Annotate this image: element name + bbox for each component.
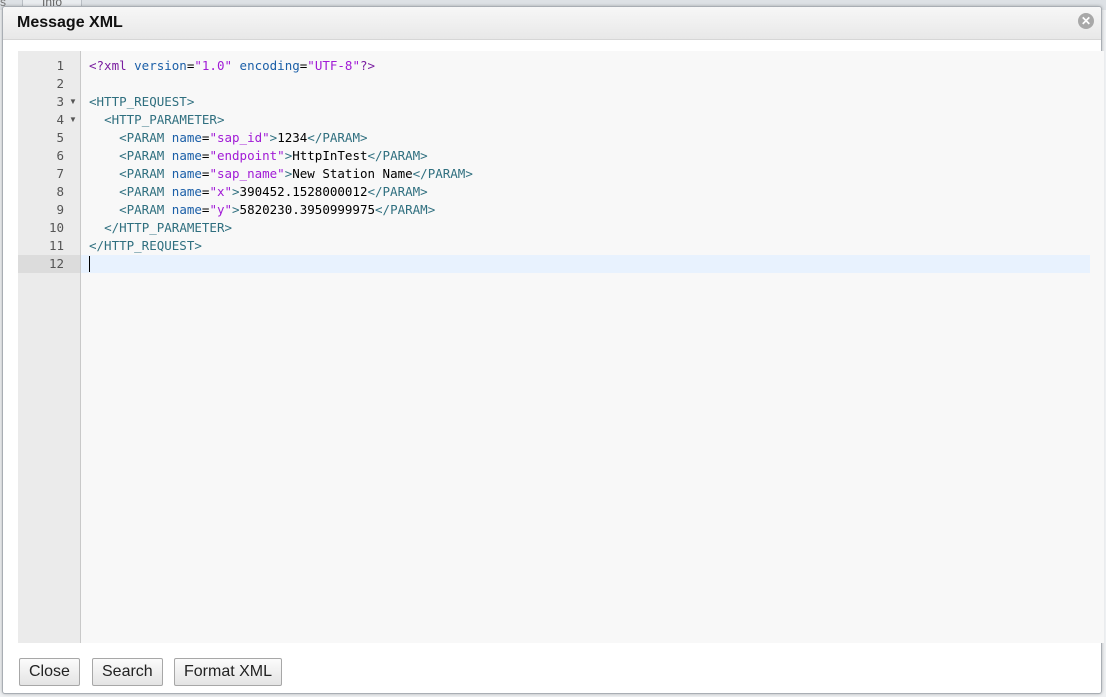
message-xml-dialog: Message XML ✕ 1 2 3 ▼ 4 ▼ 5 6 7 8 9 10 11 12 <?xml ve…	[2, 6, 1104, 694]
code-token: encoding	[239, 58, 300, 73]
code-line[interactable]: <HTTP_REQUEST>	[81, 93, 1104, 111]
line-number: 7	[56, 166, 64, 181]
code-line[interactable]: </HTTP_REQUEST>	[81, 237, 1104, 255]
code-token: </HTTP_REQUEST>	[89, 238, 202, 253]
code-token: name	[171, 184, 202, 199]
code-line-text: </HTTP_PARAMETER>	[89, 219, 232, 237]
code-token: ?>	[359, 58, 376, 73]
code-token: <PARAM	[119, 148, 172, 163]
code-area[interactable]: <?xml version="1.0" encoding="UTF-8"?> <H…	[81, 51, 1104, 643]
code-token: <PARAM	[119, 184, 172, 199]
code-line-text: <?xml version="1.0" encoding="UTF-8"?>	[89, 57, 375, 75]
code-token: name	[171, 166, 202, 181]
code-token: 5820230.3950999975	[239, 202, 376, 217]
code-line-text: <HTTP_PARAMETER>	[89, 111, 224, 129]
code-token: "UTF-8"	[307, 58, 360, 73]
code-token: "x"	[209, 184, 233, 199]
close-button[interactable]: Close	[19, 658, 80, 686]
code-line[interactable]: <PARAM name="endpoint">HttpInTest</PARAM…	[81, 147, 1104, 165]
code-token: New Station Name	[292, 166, 413, 181]
code-token: </PARAM>	[412, 166, 473, 181]
code-token: >	[232, 202, 240, 217]
code-line-text: <PARAM name="endpoint">HttpInTest</PARAM…	[89, 147, 428, 165]
code-token: </PARAM>	[307, 130, 368, 145]
code-token: 1234	[277, 130, 308, 145]
code-line[interactable]	[81, 75, 1104, 93]
dialog-titlebar[interactable]: Message XML ✕	[3, 7, 1101, 40]
line-number: 2	[56, 76, 64, 91]
code-line-text: <HTTP_REQUEST>	[89, 93, 194, 111]
code-token: HttpInTest	[292, 148, 368, 163]
code-token: <PARAM	[119, 166, 172, 181]
code-token: <PARAM	[119, 202, 172, 217]
line-number: 10	[48, 220, 64, 235]
line-number: 9	[56, 202, 64, 217]
code-token: </PARAM>	[375, 202, 436, 217]
line-number: 12	[18, 255, 80, 273]
fold-toggle-icon[interactable]: ▼	[68, 111, 78, 129]
code-line-text: </HTTP_REQUEST>	[89, 237, 202, 255]
line-number: 4	[56, 112, 64, 127]
code-token: </HTTP_PARAMETER>	[104, 220, 232, 235]
format-xml-button[interactable]: Format XML	[174, 658, 283, 686]
code-token: "1.0"	[194, 58, 233, 73]
text-cursor	[89, 256, 90, 272]
code-token: <?xml	[89, 58, 135, 73]
code-line[interactable]: <PARAM name="y">5820230.3950999975</PARA…	[81, 201, 1104, 219]
code-token: </PARAM>	[367, 184, 428, 199]
code-line[interactable]: <PARAM name="x">390452.1528000012</PARAM…	[81, 183, 1104, 201]
code-token: <PARAM	[119, 130, 172, 145]
code-token: "sap_name"	[209, 166, 285, 181]
close-icon[interactable]: ✕	[1078, 13, 1094, 29]
code-line-text: <PARAM name="x">390452.1528000012</PARAM…	[89, 183, 428, 201]
search-button[interactable]: Search	[92, 658, 163, 686]
code-token: name	[171, 202, 202, 217]
code-token: 390452.1528000012	[239, 184, 368, 199]
code-line[interactable]: <PARAM name="sap_id">1234</PARAM>	[81, 129, 1104, 147]
line-number: 11	[48, 238, 64, 253]
line-number: 3	[56, 94, 64, 109]
line-number: 6	[56, 148, 64, 163]
fold-toggle-icon[interactable]: ▼	[68, 93, 78, 111]
code-token: "sap_id"	[209, 130, 270, 145]
line-number: 8	[56, 184, 64, 199]
code-line-text: <PARAM name="sap_id">1234</PARAM>	[89, 129, 368, 147]
code-token: >	[232, 184, 240, 199]
code-token: </PARAM>	[367, 148, 428, 163]
code-line-text: <PARAM name="sap_name">New Station Name<…	[89, 165, 473, 183]
line-number-gutter: 1 2 3 ▼ 4 ▼ 5 6 7 8 9 10 11 12	[18, 51, 81, 643]
code-line[interactable]: <?xml version="1.0" encoding="UTF-8"?>	[81, 57, 1104, 75]
line-number: 1	[56, 58, 64, 73]
line-number: 5	[56, 130, 64, 145]
code-line[interactable]	[81, 255, 1104, 273]
code-line[interactable]: </HTTP_PARAMETER>	[81, 219, 1104, 237]
code-line[interactable]: <PARAM name="sap_name">New Station Name<…	[81, 165, 1104, 183]
code-token: "endpoint"	[209, 148, 285, 163]
code-line-text: <PARAM name="y">5820230.3950999975</PARA…	[89, 201, 435, 219]
code-token: name	[171, 130, 202, 145]
code-token: <HTTP_REQUEST>	[89, 94, 195, 109]
button-bar: Close Search Format XML	[3, 649, 1101, 693]
code-token: version	[134, 58, 187, 73]
code-token: name	[171, 148, 202, 163]
dialog-title: Message XML	[17, 14, 123, 31]
xml-editor[interactable]: 1 2 3 ▼ 4 ▼ 5 6 7 8 9 10 11 12 <?xml version="1.0" en…	[18, 51, 1104, 643]
code-line[interactable]: <HTTP_PARAMETER>	[81, 111, 1104, 129]
code-token: "y"	[209, 202, 233, 217]
code-token: <HTTP_PARAMETER>	[104, 112, 225, 127]
